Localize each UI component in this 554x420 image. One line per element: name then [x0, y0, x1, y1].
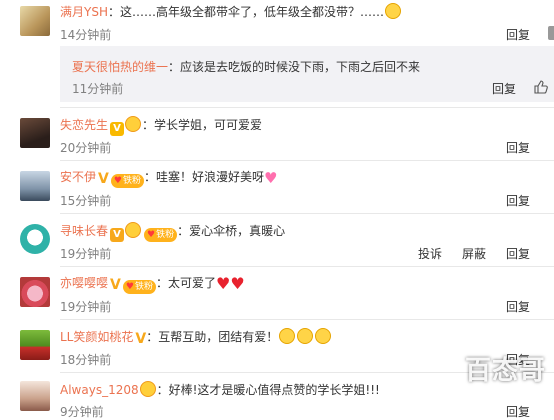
pink-heart-emoji-icon: ♥ — [263, 169, 278, 187]
reply-button[interactable]: 回复 — [506, 300, 530, 314]
comment-item: 亦嘤嘤嘤 V ♥铁粉 ：太可爱了♥♥ 19分钟前 回复 — [0, 269, 554, 319]
fan-badge: ♥铁粉 — [122, 280, 156, 294]
comment-time: 11分钟前 — [72, 82, 124, 96]
divider — [60, 160, 554, 161]
comment-text: 好棒!这才是暖心值得点赞的学长学姐!!! — [168, 383, 380, 397]
comment-time: 15分钟前 — [60, 194, 112, 208]
like-icon[interactable] — [548, 26, 554, 40]
medal-icon — [125, 116, 142, 132]
comment-text: 学长学姐，可可爱爱 — [154, 118, 263, 132]
verified-badge-icon: V — [110, 228, 125, 242]
comment-item: 失恋先生 V ：学长学姐，可可爱爱 20分钟前 回复 — [0, 110, 554, 160]
medal-icon — [139, 381, 156, 397]
comment-time: 14分钟前 — [60, 28, 112, 42]
heart-icon: ♥ — [113, 176, 122, 186]
verified-badge-icon: V — [110, 277, 121, 293]
avatar[interactable] — [20, 330, 50, 360]
avatar[interactable] — [20, 171, 50, 201]
divider — [60, 107, 554, 108]
comment-time: 19分钟前 — [60, 300, 112, 314]
avatar[interactable] — [20, 224, 50, 254]
username-link[interactable]: LL笑颜如桃花 — [60, 330, 133, 344]
avatar[interactable] — [20, 381, 50, 411]
comment-text: 互帮互助，团结有爱！ — [158, 330, 279, 344]
avatar[interactable] — [20, 118, 50, 148]
divider — [60, 266, 554, 267]
reply-button[interactable]: 回复 — [506, 141, 530, 155]
reply-button[interactable]: 回复 — [506, 247, 530, 261]
comment-item: 安不伊 V ♥铁粉 ：哇塞！好浪漫好美呀♥ 15分钟前 回复 — [0, 163, 554, 213]
medal-icon — [125, 222, 142, 238]
reply-box: 夏天很怕热的维一：应该是去吃饭的时候没下雨，下雨之后回不来 11分钟前 回复 — [60, 46, 554, 102]
comment-text: 这……高年级全都带伞了，低年级全都没带？…… — [120, 5, 385, 19]
report-button[interactable]: 投诉 — [418, 247, 442, 261]
username-link[interactable]: 寻味长春 — [60, 224, 108, 238]
fan-badge: ♥铁粉 — [144, 228, 178, 242]
smile-emoji-icon — [315, 328, 332, 344]
reply-button[interactable]: 回复 — [506, 405, 530, 419]
heart-icon: ♥ — [147, 230, 156, 240]
comment-time: 20分钟前 — [60, 141, 112, 155]
divider — [60, 319, 554, 320]
reply-button[interactable]: 回复 — [506, 28, 530, 42]
comment-time: 19分钟前 — [60, 247, 112, 261]
reply-button[interactable]: 回复 — [492, 80, 516, 97]
thumbs-up-icon[interactable] — [534, 80, 548, 94]
username-link[interactable]: 安不伊 — [60, 170, 96, 184]
red-heart-emoji-icon: ♥♥ — [215, 274, 245, 293]
comment-text: 应该是去吃饭的时候没下雨，下雨之后回不来 — [180, 60, 421, 74]
username-link[interactable]: Always_1208 — [60, 383, 139, 397]
username-link[interactable]: 夏天很怕热的维一 — [72, 60, 168, 74]
watermark: 百态哥 — [464, 356, 546, 386]
comment-time: 18分钟前 — [60, 353, 112, 367]
fan-badge: ♥铁粉 — [110, 174, 144, 188]
verified-badge-icon: V — [110, 122, 125, 136]
smile-emoji-icon — [297, 328, 314, 344]
comment-item: 寻味长春 V ♥铁粉 ：爱心伞桥，真暖心 19分钟前 投诉 屏蔽 回复 — [0, 216, 554, 266]
username-link[interactable]: 亦嘤嘤嘤 — [60, 276, 108, 290]
username-link[interactable]: 满月YSH — [60, 5, 108, 19]
heart-icon: ♥ — [125, 282, 134, 292]
divider — [60, 213, 554, 214]
comment-text: 爱心伞桥，真暖心 — [189, 224, 286, 238]
username-link[interactable]: 失恋先生 — [60, 118, 108, 132]
verified-badge-icon: V — [98, 171, 109, 187]
comment-item: 满月YSH：这……高年级全都带伞了，低年级全都没带？…… 14分钟前 回复 — [0, 0, 554, 45]
comment-text: 太可爱了 — [167, 276, 216, 290]
comment-time: 9分钟前 — [60, 405, 104, 419]
avatar[interactable] — [20, 277, 50, 307]
thinking-emoji-icon — [385, 3, 402, 19]
avatar[interactable] — [20, 6, 50, 36]
comment-text: 哇塞！好浪漫好美呀 — [155, 170, 264, 184]
verified-badge-icon: V — [135, 331, 147, 347]
smile-emoji-icon — [279, 328, 296, 344]
reply-button[interactable]: 回复 — [506, 194, 530, 208]
block-button[interactable]: 屏蔽 — [462, 247, 486, 261]
